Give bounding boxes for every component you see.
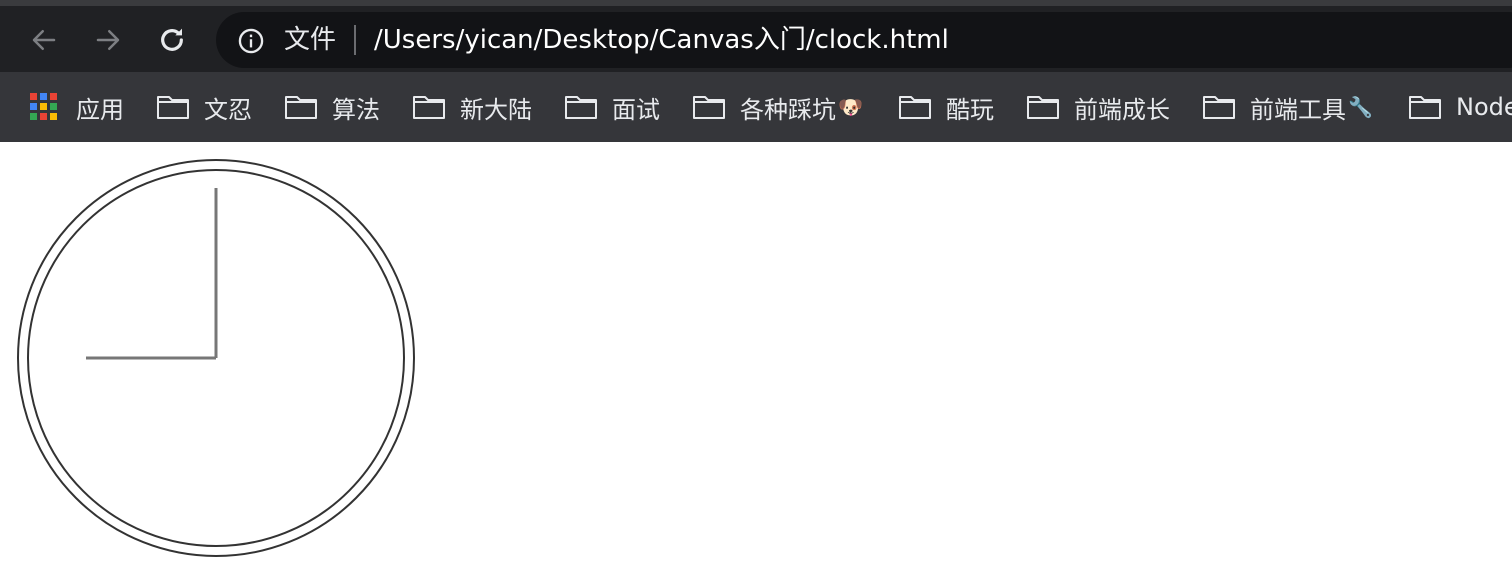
- bookmark-folder-label: 面试: [612, 95, 660, 124]
- folder-icon: [564, 94, 598, 120]
- bookmark-emoji: 🐶: [838, 95, 863, 119]
- browser-chrome: 文件 /Users/yican/Desktop/Canvas入门/clock.h…: [0, 0, 1512, 142]
- arrow-back-icon: [32, 30, 56, 50]
- bookmark-folder-label: Node: [1456, 93, 1512, 121]
- bookmark-folder[interactable]: 文忍: [156, 72, 252, 142]
- bookmark-emoji: 🔧: [1348, 95, 1373, 119]
- reload-icon: [161, 28, 183, 51]
- browser-toolbar: 文件 /Users/yican/Desktop/Canvas入门/clock.h…: [0, 6, 1512, 72]
- folder-icon: [1202, 94, 1236, 120]
- folder-icon: [1408, 94, 1442, 120]
- back-button[interactable]: [24, 20, 64, 60]
- bookmark-folder[interactable]: 面试: [564, 72, 660, 142]
- bookmark-folder[interactable]: Node: [1408, 72, 1512, 142]
- folder-icon: [284, 94, 318, 120]
- bookmark-folder-label: 文忍: [204, 95, 252, 124]
- folder-icon: [898, 94, 932, 120]
- bookmark-folder[interactable]: 前端工具 🔧: [1202, 72, 1373, 142]
- bookmark-folder[interactable]: 前端成长: [1026, 72, 1170, 142]
- address-bar[interactable]: 文件 /Users/yican/Desktop/Canvas入门/clock.h…: [216, 12, 1512, 68]
- page-content: [0, 142, 1512, 580]
- url-text[interactable]: /Users/yican/Desktop/Canvas入门/clock.html: [374, 12, 949, 68]
- bookmark-folder[interactable]: 酷玩: [898, 72, 994, 142]
- folder-icon: [1026, 94, 1060, 120]
- info-circle-icon[interactable]: [236, 26, 266, 56]
- forward-button[interactable]: [88, 20, 128, 60]
- bookmark-folder-label: 酷玩: [946, 95, 994, 124]
- bookmark-folder[interactable]: 新大陆: [412, 72, 532, 142]
- arrow-forward-icon: [96, 30, 120, 50]
- folder-icon: [156, 94, 190, 120]
- bookmark-folder-label: 前端成长: [1074, 95, 1170, 124]
- bookmark-folder-label: 各种踩坑: [740, 95, 836, 124]
- folder-icon: [412, 94, 446, 120]
- bookmark-folder-label: 新大陆: [460, 95, 532, 124]
- bookmark-folder[interactable]: 各种踩坑 🐶: [692, 72, 863, 142]
- bookmark-folder[interactable]: 算法: [284, 72, 380, 142]
- bookmarks-bar: 应用 文忍 算法 新大陆 面试 各种踩坑 🐶 酷玩 前端成长 前端工具 🔧 Node: [0, 72, 1512, 142]
- security-label: 文件: [284, 25, 337, 55]
- reload-button[interactable]: [152, 20, 192, 60]
- apps-grid-icon: [30, 93, 58, 121]
- bookmark-folder-label: 算法: [332, 95, 380, 124]
- folder-icon: [692, 94, 726, 120]
- omnibox-divider: [354, 25, 356, 55]
- bookmark-apps-label: 应用: [76, 95, 124, 124]
- bookmark-apps[interactable]: 应用: [30, 72, 124, 142]
- bookmark-folder-label: 前端工具: [1250, 95, 1346, 124]
- clock-canvas: [17, 159, 415, 557]
